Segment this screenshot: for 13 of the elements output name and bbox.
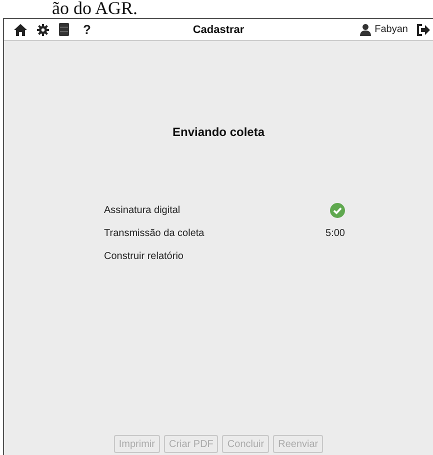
document-text: ão do AGR. — [52, 0, 138, 17]
settings-icon[interactable] — [37, 24, 49, 36]
logout-icon[interactable] — [417, 24, 431, 36]
countdown-timer: 5:00 — [326, 228, 345, 238]
help-button[interactable]: ? — [83, 22, 91, 37]
user-icon — [360, 24, 371, 36]
user-name[interactable]: Fabyan — [374, 24, 408, 35]
page-title: Cadastrar — [192, 24, 244, 36]
home-icon[interactable] — [14, 24, 27, 36]
step-label: Transmissão da coleta — [104, 228, 204, 238]
step-label: Construir relatório — [104, 250, 184, 262]
progress-heading: Enviando coleta — [172, 125, 265, 139]
step-label: Assinatura digital — [104, 204, 180, 216]
